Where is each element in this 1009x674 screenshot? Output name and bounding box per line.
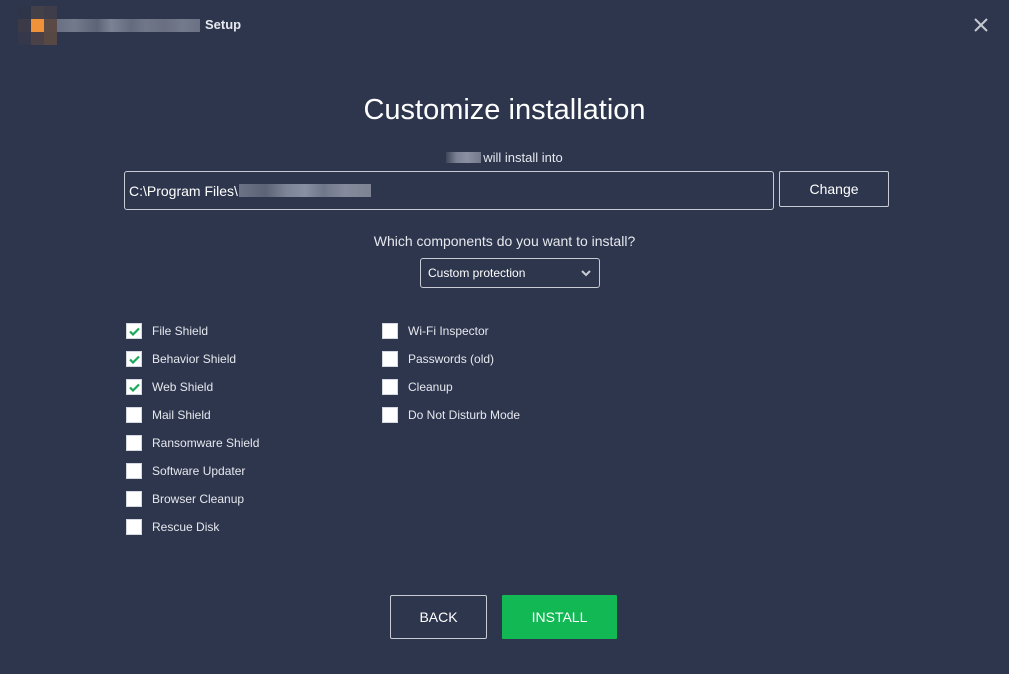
install-into-caption: will install into (0, 150, 1009, 165)
components-column-2: Wi-Fi Inspector Passwords (old) Cleanup Do … (382, 317, 520, 429)
checkmark-icon (128, 355, 140, 364)
checkbox-checked[interactable] (126, 323, 142, 339)
checkbox-checked[interactable] (126, 351, 142, 367)
components-column-1: File Shield Behavior Shield Web Shield Mail… (126, 317, 259, 541)
checkbox-unchecked[interactable] (382, 351, 398, 367)
app-logo-icon (18, 6, 57, 45)
checkbox-checked[interactable] (126, 379, 142, 395)
select-value: Custom protection (428, 266, 526, 280)
component-checkbox-item[interactable]: Wi-Fi Inspector (382, 317, 520, 345)
protection-preset-select[interactable]: Custom protection (420, 258, 600, 288)
close-icon (974, 18, 988, 32)
component-label: Rescue Disk (152, 520, 220, 534)
checkbox-unchecked[interactable] (126, 519, 142, 535)
setup-window: Setup Customize installation will instal… (0, 0, 1009, 674)
close-button[interactable] (970, 14, 992, 36)
component-label: Software Updater (152, 464, 246, 478)
checkbox-unchecked[interactable] (126, 435, 142, 451)
chevron-down-icon (581, 270, 591, 277)
component-label: Browser Cleanup (152, 492, 245, 506)
components-question: Which components do you want to install? (373, 233, 636, 249)
component-checkbox-item[interactable]: Ransomware Shield (126, 429, 259, 457)
component-checkbox-item[interactable]: Software Updater (126, 457, 259, 485)
component-label: Ransomware Shield (152, 436, 260, 450)
install-button[interactable]: INSTALL (502, 595, 617, 639)
redacted-product-name (446, 152, 482, 163)
checkbox-unchecked[interactable] (382, 323, 398, 339)
checkbox-unchecked[interactable] (126, 407, 142, 423)
component-checkbox-item[interactable]: Browser Cleanup (126, 485, 259, 513)
component-label: File Shield (152, 324, 209, 338)
component-checkbox-item[interactable]: Do Not Disturb Mode (382, 401, 520, 429)
component-checkbox-item[interactable]: File Shield (126, 317, 259, 345)
checkmark-icon (128, 383, 140, 392)
component-label: Passwords (old) (408, 352, 495, 366)
page-title: Customize installation (363, 94, 646, 126)
checkmark-icon (128, 327, 140, 336)
redacted-product-name (57, 19, 200, 32)
component-checkbox-item[interactable]: Cleanup (382, 373, 520, 401)
component-checkbox-item[interactable]: Passwords (old) (382, 345, 520, 373)
checkbox-unchecked[interactable] (382, 379, 398, 395)
component-checkbox-item[interactable]: Rescue Disk (126, 513, 259, 541)
checkbox-unchecked[interactable] (382, 407, 398, 423)
redacted-path-segment (238, 184, 371, 197)
title-bar: Setup (0, 0, 1009, 50)
install-path-value: C:\Program Files\ (129, 182, 238, 199)
component-checkbox-item[interactable]: Web Shield (126, 373, 259, 401)
component-checkbox-item[interactable]: Mail Shield (126, 401, 259, 429)
back-button[interactable]: BACK (390, 595, 487, 639)
install-path-input[interactable]: C:\Program Files\ (124, 171, 774, 210)
checkbox-unchecked[interactable] (126, 491, 142, 507)
checkbox-unchecked[interactable] (126, 463, 142, 479)
component-label: Behavior Shield (152, 352, 237, 366)
component-label: Cleanup (408, 380, 453, 394)
component-label: Mail Shield (152, 408, 211, 422)
window-title: Setup (205, 17, 242, 32)
component-label: Wi-Fi Inspector (408, 324, 489, 338)
component-label: Do Not Disturb Mode (408, 408, 521, 422)
change-path-button[interactable]: Change (779, 171, 889, 207)
install-into-label: will install into (483, 150, 563, 165)
component-checkbox-item[interactable]: Behavior Shield (126, 345, 259, 373)
component-label: Web Shield (152, 380, 214, 394)
